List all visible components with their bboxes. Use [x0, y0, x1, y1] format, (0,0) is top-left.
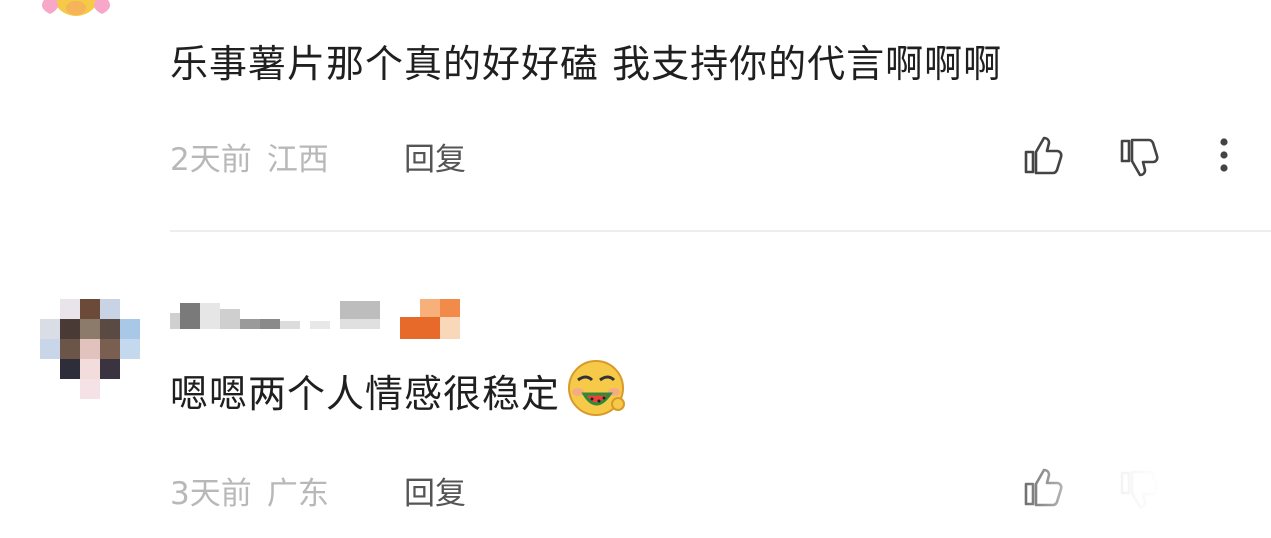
- thumbs-down-icon: [1120, 138, 1159, 177]
- emoji-watermelon: [566, 358, 628, 422]
- blushing-hands-emoji-icon: [42, 0, 110, 16]
- dislike-button[interactable]: [1118, 136, 1162, 180]
- more-button[interactable]: [1214, 136, 1234, 176]
- avatar[interactable]: [40, 299, 140, 401]
- bottom-fade-overlay: [1000, 455, 1271, 538]
- eating-watermelon-emoji-icon: [568, 360, 626, 416]
- comment-text: 乐事薯片那个真的好好磕 我支持你的代言啊啊啊: [170, 42, 1003, 86]
- reply-button[interactable]: 回复: [404, 134, 466, 179]
- reply-button[interactable]: 回复: [404, 468, 466, 513]
- like-button[interactable]: [1022, 133, 1066, 177]
- comment-body: 嗯嗯两个人情感很稳定: [170, 360, 628, 420]
- username-blurred: [170, 299, 470, 339]
- comment-time: 2天前: [170, 142, 252, 178]
- comment-meta: 3天前 广东: [170, 468, 329, 513]
- comment-meta: 2天前 江西: [170, 134, 329, 179]
- comment-text: 嗯嗯两个人情感很稳定: [170, 371, 561, 416]
- comment-location: 广东: [266, 476, 329, 512]
- avatar-emoji-blush[interactable]: [40, 0, 112, 38]
- comment-location: 江西: [266, 142, 329, 178]
- more-vertical-icon: [1220, 138, 1228, 172]
- comment-time: 3天前: [170, 476, 252, 512]
- divider: [170, 230, 1271, 232]
- thumbs-up-icon: [1024, 136, 1063, 175]
